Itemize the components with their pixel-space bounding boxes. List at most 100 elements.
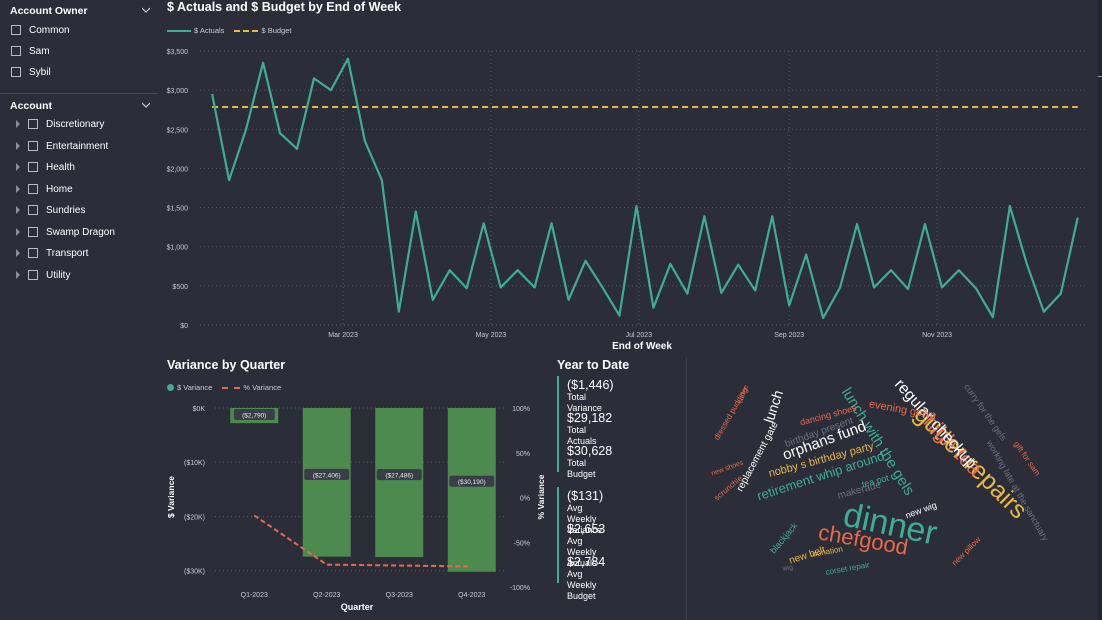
slicer-item-health[interactable]: Health: [16, 160, 75, 174]
actuals-data-point[interactable]: [648, 303, 658, 313]
actuals-data-point[interactable]: [1073, 213, 1083, 223]
actuals-data-point[interactable]: [462, 283, 472, 293]
actuals-data-point[interactable]: [530, 282, 540, 292]
actuals-data-point[interactable]: [1039, 307, 1049, 317]
word-cloud-term[interactable]: lunch: [760, 388, 786, 425]
checkbox[interactable]: [28, 205, 38, 215]
legend-item-actuals[interactable]: $ Actuals: [167, 26, 224, 35]
word-cloud-term[interactable]: gift for sam: [1012, 440, 1042, 478]
actuals-data-point[interactable]: [920, 219, 930, 229]
actuals-data-point[interactable]: [258, 58, 268, 68]
actuals-data-point[interactable]: [513, 265, 523, 275]
actuals-data-point[interactable]: [818, 313, 828, 323]
expand-icon[interactable]: [16, 228, 20, 236]
actuals-data-point[interactable]: [275, 128, 285, 138]
legend-item-budget[interactable]: $ Budget: [234, 26, 291, 35]
slicer-item-swamp-dragon[interactable]: Swamp Dragon: [16, 225, 115, 239]
actuals-data-point[interactable]: [564, 295, 574, 305]
actuals-data-point[interactable]: [207, 89, 217, 99]
actuals-data-point[interactable]: [597, 282, 607, 292]
actuals-data-point[interactable]: [479, 218, 489, 228]
actuals-data-point[interactable]: [767, 211, 777, 221]
actuals-data-point[interactable]: [886, 265, 896, 275]
actuals-data-point[interactable]: [614, 311, 624, 321]
actuals-data-point[interactable]: [309, 73, 319, 83]
actuals-data-point[interactable]: [1022, 259, 1032, 269]
slicer-item-common[interactable]: Common: [11, 23, 70, 37]
actuals-data-point[interactable]: [699, 211, 709, 221]
legend-item-dollar-variance[interactable]: $ Variance: [167, 383, 212, 392]
checkbox[interactable]: [28, 184, 38, 194]
slicer-item-sam[interactable]: Sam: [11, 44, 50, 58]
actuals-data-point[interactable]: [224, 175, 234, 185]
slicer-item-utility[interactable]: Utility: [16, 268, 70, 282]
chevron-down-icon[interactable]: [142, 101, 150, 109]
actuals-data-point[interactable]: [869, 282, 879, 292]
variance-bar[interactable]: [302, 408, 351, 557]
actuals-data-point[interactable]: [1005, 201, 1015, 211]
checkbox[interactable]: [28, 141, 38, 151]
checkbox[interactable]: [11, 67, 21, 77]
actuals-data-point[interactable]: [801, 250, 811, 260]
chevron-down-icon[interactable]: [142, 6, 150, 14]
word-cloud-term[interactable]: coffee: [737, 384, 750, 404]
actuals-data-point[interactable]: [241, 124, 251, 134]
actuals-data-point[interactable]: [852, 219, 862, 229]
expand-icon[interactable]: [16, 120, 20, 128]
word-cloud-term[interactable]: wig: [781, 564, 794, 573]
expand-icon[interactable]: [16, 163, 20, 171]
word-cloud-term[interactable]: new pillow: [950, 535, 983, 568]
checkbox[interactable]: [28, 248, 38, 258]
actuals-data-point[interactable]: [937, 282, 947, 292]
checkbox[interactable]: [11, 46, 21, 56]
expand-icon[interactable]: [16, 206, 20, 214]
actuals-data-point[interactable]: [971, 283, 981, 293]
actuals-data-point[interactable]: [903, 284, 913, 294]
checkbox[interactable]: [11, 25, 21, 35]
slicer-item-sybil[interactable]: Sybil: [11, 65, 51, 79]
expand-icon[interactable]: [16, 249, 20, 257]
actuals-data-point[interactable]: [496, 282, 506, 292]
word-cloud-term[interactable]: new shoes: [711, 459, 745, 477]
actuals-data-point[interactable]: [631, 201, 641, 211]
word-cloud-term[interactable]: corset repair: [825, 560, 871, 577]
checkbox[interactable]: [28, 270, 38, 280]
actuals-data-point[interactable]: [547, 218, 557, 228]
expand-icon[interactable]: [16, 185, 20, 193]
actuals-data-point[interactable]: [750, 286, 760, 296]
actuals-data-point[interactable]: [292, 144, 302, 154]
actuals-data-point[interactable]: [835, 282, 845, 292]
variance-bar[interactable]: [447, 408, 496, 572]
checkbox[interactable]: [28, 119, 38, 129]
actuals-data-point[interactable]: [445, 265, 455, 275]
actuals-data-point[interactable]: [326, 85, 336, 95]
actuals-data-point[interactable]: [682, 289, 692, 299]
actuals-data-point[interactable]: [411, 206, 421, 216]
slicer-item-discretionary[interactable]: Discretionary: [16, 117, 104, 131]
actuals-data-point[interactable]: [377, 175, 387, 185]
word-cloud-term[interactable]: blackjack: [768, 520, 800, 555]
actuals-data-point[interactable]: [343, 54, 353, 64]
actuals-data-point[interactable]: [665, 259, 675, 269]
actuals-data-point[interactable]: [360, 136, 370, 146]
actuals-data-point[interactable]: [394, 307, 404, 317]
actuals-data-point[interactable]: [988, 312, 998, 322]
slicer-item-home[interactable]: Home: [16, 182, 73, 196]
actuals-data-point[interactable]: [784, 300, 794, 310]
legend-item-pct-variance[interactable]: % Variance: [222, 383, 281, 392]
actuals-data-point[interactable]: [733, 260, 743, 270]
checkbox[interactable]: [28, 162, 38, 172]
slicer-item-sundries[interactable]: Sundries: [16, 203, 85, 217]
actuals-data-point[interactable]: [954, 265, 964, 275]
variance-bar[interactable]: [375, 408, 424, 558]
slicer-item-transport[interactable]: Transport: [16, 246, 88, 260]
expand-icon[interactable]: [16, 271, 20, 279]
actuals-data-point[interactable]: [428, 295, 438, 305]
actuals-data-point[interactable]: [581, 256, 591, 266]
checkbox[interactable]: [28, 227, 38, 237]
actuals-data-point[interactable]: [1056, 289, 1066, 299]
word-cloud-term[interactable]: curry for the gels: [962, 382, 1009, 443]
expand-icon[interactable]: [16, 142, 20, 150]
slicer-item-entertainment[interactable]: Entertainment: [16, 139, 108, 153]
actuals-data-point[interactable]: [716, 288, 726, 298]
